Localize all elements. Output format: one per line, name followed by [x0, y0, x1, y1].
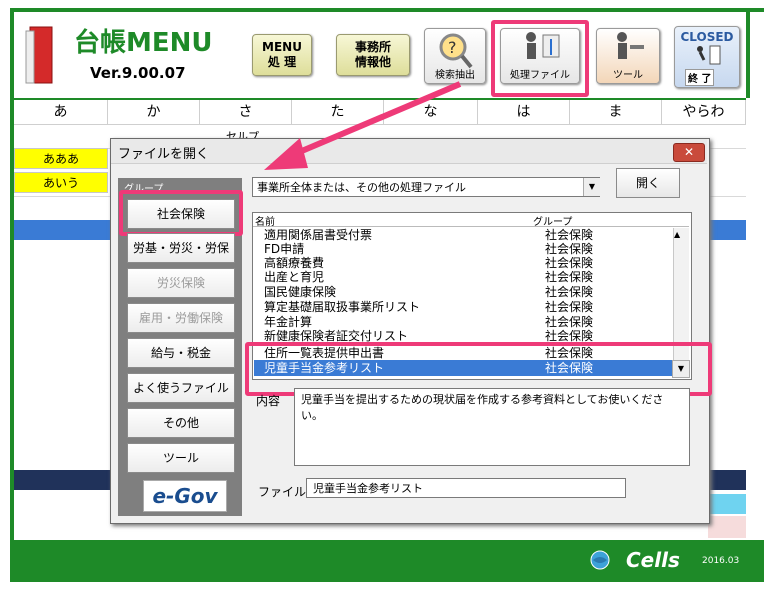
list-header-group: グループ	[533, 217, 573, 228]
list-item-name: 国民健康保険	[264, 285, 337, 299]
sheet-navy-band	[14, 470, 110, 490]
sheet-blue-band	[708, 220, 746, 240]
col-header-ka[interactable]: か	[108, 100, 200, 125]
col-header-ha[interactable]: は	[478, 100, 570, 125]
group-button-koyo[interactable]: 雇用・労働保険	[127, 303, 235, 333]
pink-arrow-icon	[264, 81, 462, 170]
group-button-rosai[interactable]: 労災保険	[127, 268, 235, 298]
list-header-name: 名前	[255, 217, 275, 228]
sheet-cell[interactable]: あいう	[14, 172, 108, 193]
footer-brand: Cells	[626, 548, 680, 572]
exit-door-icon	[697, 45, 721, 65]
list-item-name: 高額療養費	[264, 256, 325, 270]
col-header-ma[interactable]: ま	[570, 100, 662, 125]
group-button-tool[interactable]: ツール	[127, 443, 235, 473]
sheet-cell[interactable]: あああ	[14, 148, 108, 169]
sheet-pink-cell	[708, 516, 746, 538]
list-item-group: 社会保険	[545, 242, 594, 256]
list-item-name: 出産と育児	[264, 270, 325, 284]
file-list-header: 名前 グループ	[253, 213, 689, 228]
list-item[interactable]: 算定基礎届取扱事業所リスト 社会保険	[264, 301, 674, 314]
list-item-group: 社会保険	[545, 256, 594, 270]
open-button[interactable]: 開く	[616, 168, 680, 198]
frame-right-border	[746, 8, 750, 98]
list-item-name: 年金計算	[264, 315, 313, 329]
sheet-navy-band	[708, 470, 746, 490]
magnifier-icon: ?	[439, 33, 473, 69]
egov-logo[interactable]: e-Gov	[143, 480, 227, 512]
list-item-group: 社会保険	[545, 315, 594, 329]
exit-label: 終 了	[685, 69, 715, 86]
svg-text:?: ?	[448, 38, 457, 57]
sheet-cyan-cell	[708, 494, 746, 514]
list-item[interactable]: 国民健康保険 社会保険	[264, 286, 674, 299]
group-button-other[interactable]: その他	[127, 408, 235, 438]
list-item-group: 社会保険	[545, 300, 594, 314]
scroll-up-icon[interactable]: ▲	[674, 230, 680, 239]
close-icon[interactable]: ✕	[673, 143, 705, 162]
tool-label: ツール	[613, 70, 643, 81]
list-item[interactable]: 高額療養費 社会保険	[264, 257, 674, 270]
list-item-name: 算定基礎届取扱事業所リスト	[264, 300, 421, 314]
cells-globe-icon	[590, 550, 610, 570]
wrench-worker-icon	[617, 32, 644, 59]
sheet-blue-band	[14, 220, 110, 240]
list-item[interactable]: 出産と育児 社会保険	[264, 271, 674, 284]
ledger-book-icon	[25, 26, 53, 84]
office-info-button[interactable]: 事務所 情報他	[336, 34, 410, 76]
highlight-shakai	[119, 190, 243, 236]
list-item-name: 新健康保険者証交付リスト	[264, 329, 409, 343]
list-item-name: FD申請	[264, 242, 305, 256]
chevron-down-icon[interactable]: ▼	[583, 178, 600, 196]
content-label: 内容	[256, 394, 281, 408]
highlight-process-file	[491, 20, 589, 97]
col-header-yarawa[interactable]: やらわ	[662, 100, 746, 125]
tool-button[interactable]: ツール	[596, 28, 660, 84]
list-item[interactable]: 適用関係届書受付票 社会保険	[264, 229, 674, 242]
dialog-title: ファイルを開く	[118, 147, 210, 162]
list-item[interactable]: FD申請 社会保険	[264, 243, 674, 256]
content-description: 児童手当を提出するための現状届を作成する参考資料としてお使いください。	[294, 388, 690, 466]
list-item-group: 社会保険	[545, 270, 594, 284]
filename-field[interactable]: 児童手当金参考リスト	[306, 478, 626, 498]
list-item-name: 適用関係届書受付票	[264, 228, 373, 242]
closed-label: CLOSED	[680, 30, 734, 44]
app-title: 台帳MENU	[74, 28, 213, 58]
group-button-favorites[interactable]: よく使うファイル	[127, 373, 235, 403]
footer-date: 2016.03	[702, 556, 740, 566]
group-button-roki[interactable]: 労基・労災・労保	[127, 233, 235, 263]
col-header-a[interactable]: あ	[14, 100, 108, 125]
app-version: Ver.9.00.07	[90, 64, 186, 82]
closed-exit-button[interactable]: CLOSED 終 了	[674, 26, 740, 88]
list-item-group: 社会保険	[545, 285, 594, 299]
list-item[interactable]: 年金計算 社会保険	[264, 316, 674, 329]
group-button-kyuyo[interactable]: 給与・税金	[127, 338, 235, 368]
menu-button[interactable]: MENU 処 理	[252, 34, 312, 76]
list-item-group: 社会保険	[545, 228, 594, 242]
